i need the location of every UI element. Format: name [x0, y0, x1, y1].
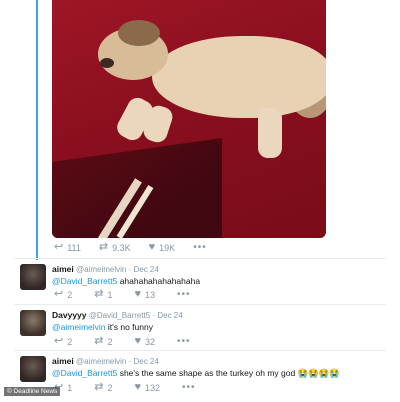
- mention-link[interactable]: @aimeimelvin: [52, 322, 106, 332]
- reply-actions: ↩ 2 ⇄ 1 ♥ 13 •••: [54, 289, 191, 301]
- retweet-button[interactable]: ⇄ 1: [94, 289, 112, 300]
- retweet-count: 2: [107, 336, 113, 347]
- more-options-icon[interactable]: •••: [182, 382, 196, 393]
- like-count: 32: [145, 336, 156, 347]
- user-name[interactable]: aimei: [52, 356, 74, 366]
- retweet-count: 1: [107, 289, 113, 300]
- dog-body: [152, 36, 326, 118]
- tweet-body: ahahahahahahahaha: [117, 276, 201, 286]
- like-button[interactable]: ♥ 32: [134, 336, 155, 347]
- user-handle[interactable]: @David_Barrett5: [89, 311, 150, 320]
- reply-count: 1: [67, 382, 73, 393]
- avatar[interactable]: [20, 356, 46, 382]
- retweet-count: 9.3K: [112, 242, 131, 253]
- dog-nose: [100, 58, 114, 68]
- retweet-icon: ⇄: [94, 381, 104, 393]
- retweet-button[interactable]: ⇄ 9.3K: [99, 242, 131, 253]
- retweet-button[interactable]: ⇄ 2: [94, 336, 112, 347]
- reply-icon: ↩: [54, 288, 64, 300]
- retweet-count: 2: [107, 382, 113, 393]
- user-handle[interactable]: @aimeimelvin: [76, 357, 126, 366]
- like-count: 19K: [159, 242, 176, 253]
- like-count: 13: [145, 289, 156, 300]
- heart-icon: ♥: [134, 335, 141, 347]
- user-name[interactable]: Davyyyy: [52, 310, 87, 320]
- like-button[interactable]: ♥ 19K: [149, 242, 176, 253]
- mention-link[interactable]: @David_Barrett5: [52, 368, 117, 378]
- more-options-icon[interactable]: •••: [193, 242, 207, 253]
- main-tweet-actions: ↩ 111 ⇄ 9.3K ♥ 19K •••: [54, 242, 207, 254]
- divider: [14, 258, 386, 259]
- tweet-text: @David_Barrett5 ahahahahahahahaha: [52, 276, 372, 286]
- tweet-body: she's the same shape as the turkey oh my…: [117, 368, 340, 378]
- tweet-text: @David_Barrett5 she's the same shape as …: [52, 368, 372, 379]
- user-name[interactable]: aimei: [52, 264, 74, 274]
- tweet-date[interactable]: · Dec 24: [129, 265, 159, 274]
- heart-icon: ♥: [134, 288, 141, 300]
- tweet-date[interactable]: · Dec 24: [152, 311, 182, 320]
- reply-count: 111: [67, 242, 81, 253]
- reply-button[interactable]: ↩ 2: [54, 289, 72, 300]
- avatar[interactable]: [20, 264, 46, 290]
- more-options-icon[interactable]: •••: [177, 289, 191, 300]
- tweet-photo[interactable]: [52, 0, 326, 238]
- heart-icon: ♥: [134, 381, 141, 393]
- retweet-button[interactable]: ⇄ 2: [94, 382, 112, 393]
- reply-count: 2: [67, 289, 73, 300]
- reply-icon: ↩: [54, 241, 64, 253]
- reply-button[interactable]: ↩ 2: [54, 336, 72, 347]
- dog-ear: [118, 20, 160, 46]
- reply-actions: ↩ 1 ⇄ 2 ♥ 132 •••: [54, 382, 196, 394]
- user-handle[interactable]: @aimeimelvin: [76, 265, 126, 274]
- heart-icon: ♥: [148, 241, 156, 253]
- tweet-body: it's no funny: [105, 322, 153, 332]
- dog-leg: [258, 108, 282, 158]
- tweet-header: aimei @aimeimelvin · Dec 24: [52, 356, 372, 366]
- tweet-header: aimei @aimeimelvin · Dec 24: [52, 264, 372, 274]
- divider: [14, 304, 386, 305]
- tweet-text: @aimeimelvin it's no funny: [52, 322, 372, 332]
- like-button[interactable]: ♥ 132: [134, 382, 160, 393]
- reply-actions: ↩ 2 ⇄ 2 ♥ 32 •••: [54, 336, 191, 348]
- like-count: 132: [145, 382, 161, 393]
- divider: [14, 350, 386, 351]
- retweet-icon: ⇄: [98, 241, 109, 253]
- watermark: © Deadline News: [4, 387, 61, 396]
- retweet-icon: ⇄: [94, 288, 104, 300]
- reply-count: 2: [67, 336, 73, 347]
- like-button[interactable]: ♥ 13: [134, 289, 155, 300]
- more-options-icon[interactable]: •••: [177, 336, 191, 347]
- avatar[interactable]: [20, 310, 46, 336]
- reply-icon: ↩: [54, 335, 64, 347]
- reply-button[interactable]: ↩ 111: [54, 242, 81, 253]
- tweet-date[interactable]: · Dec 24: [129, 357, 159, 366]
- thread-line: [36, 0, 38, 260]
- mention-link[interactable]: @David_Barrett5: [52, 276, 117, 286]
- retweet-icon: ⇄: [94, 335, 104, 347]
- tweet-header: Davyyyy @David_Barrett5 · Dec 24: [52, 310, 372, 320]
